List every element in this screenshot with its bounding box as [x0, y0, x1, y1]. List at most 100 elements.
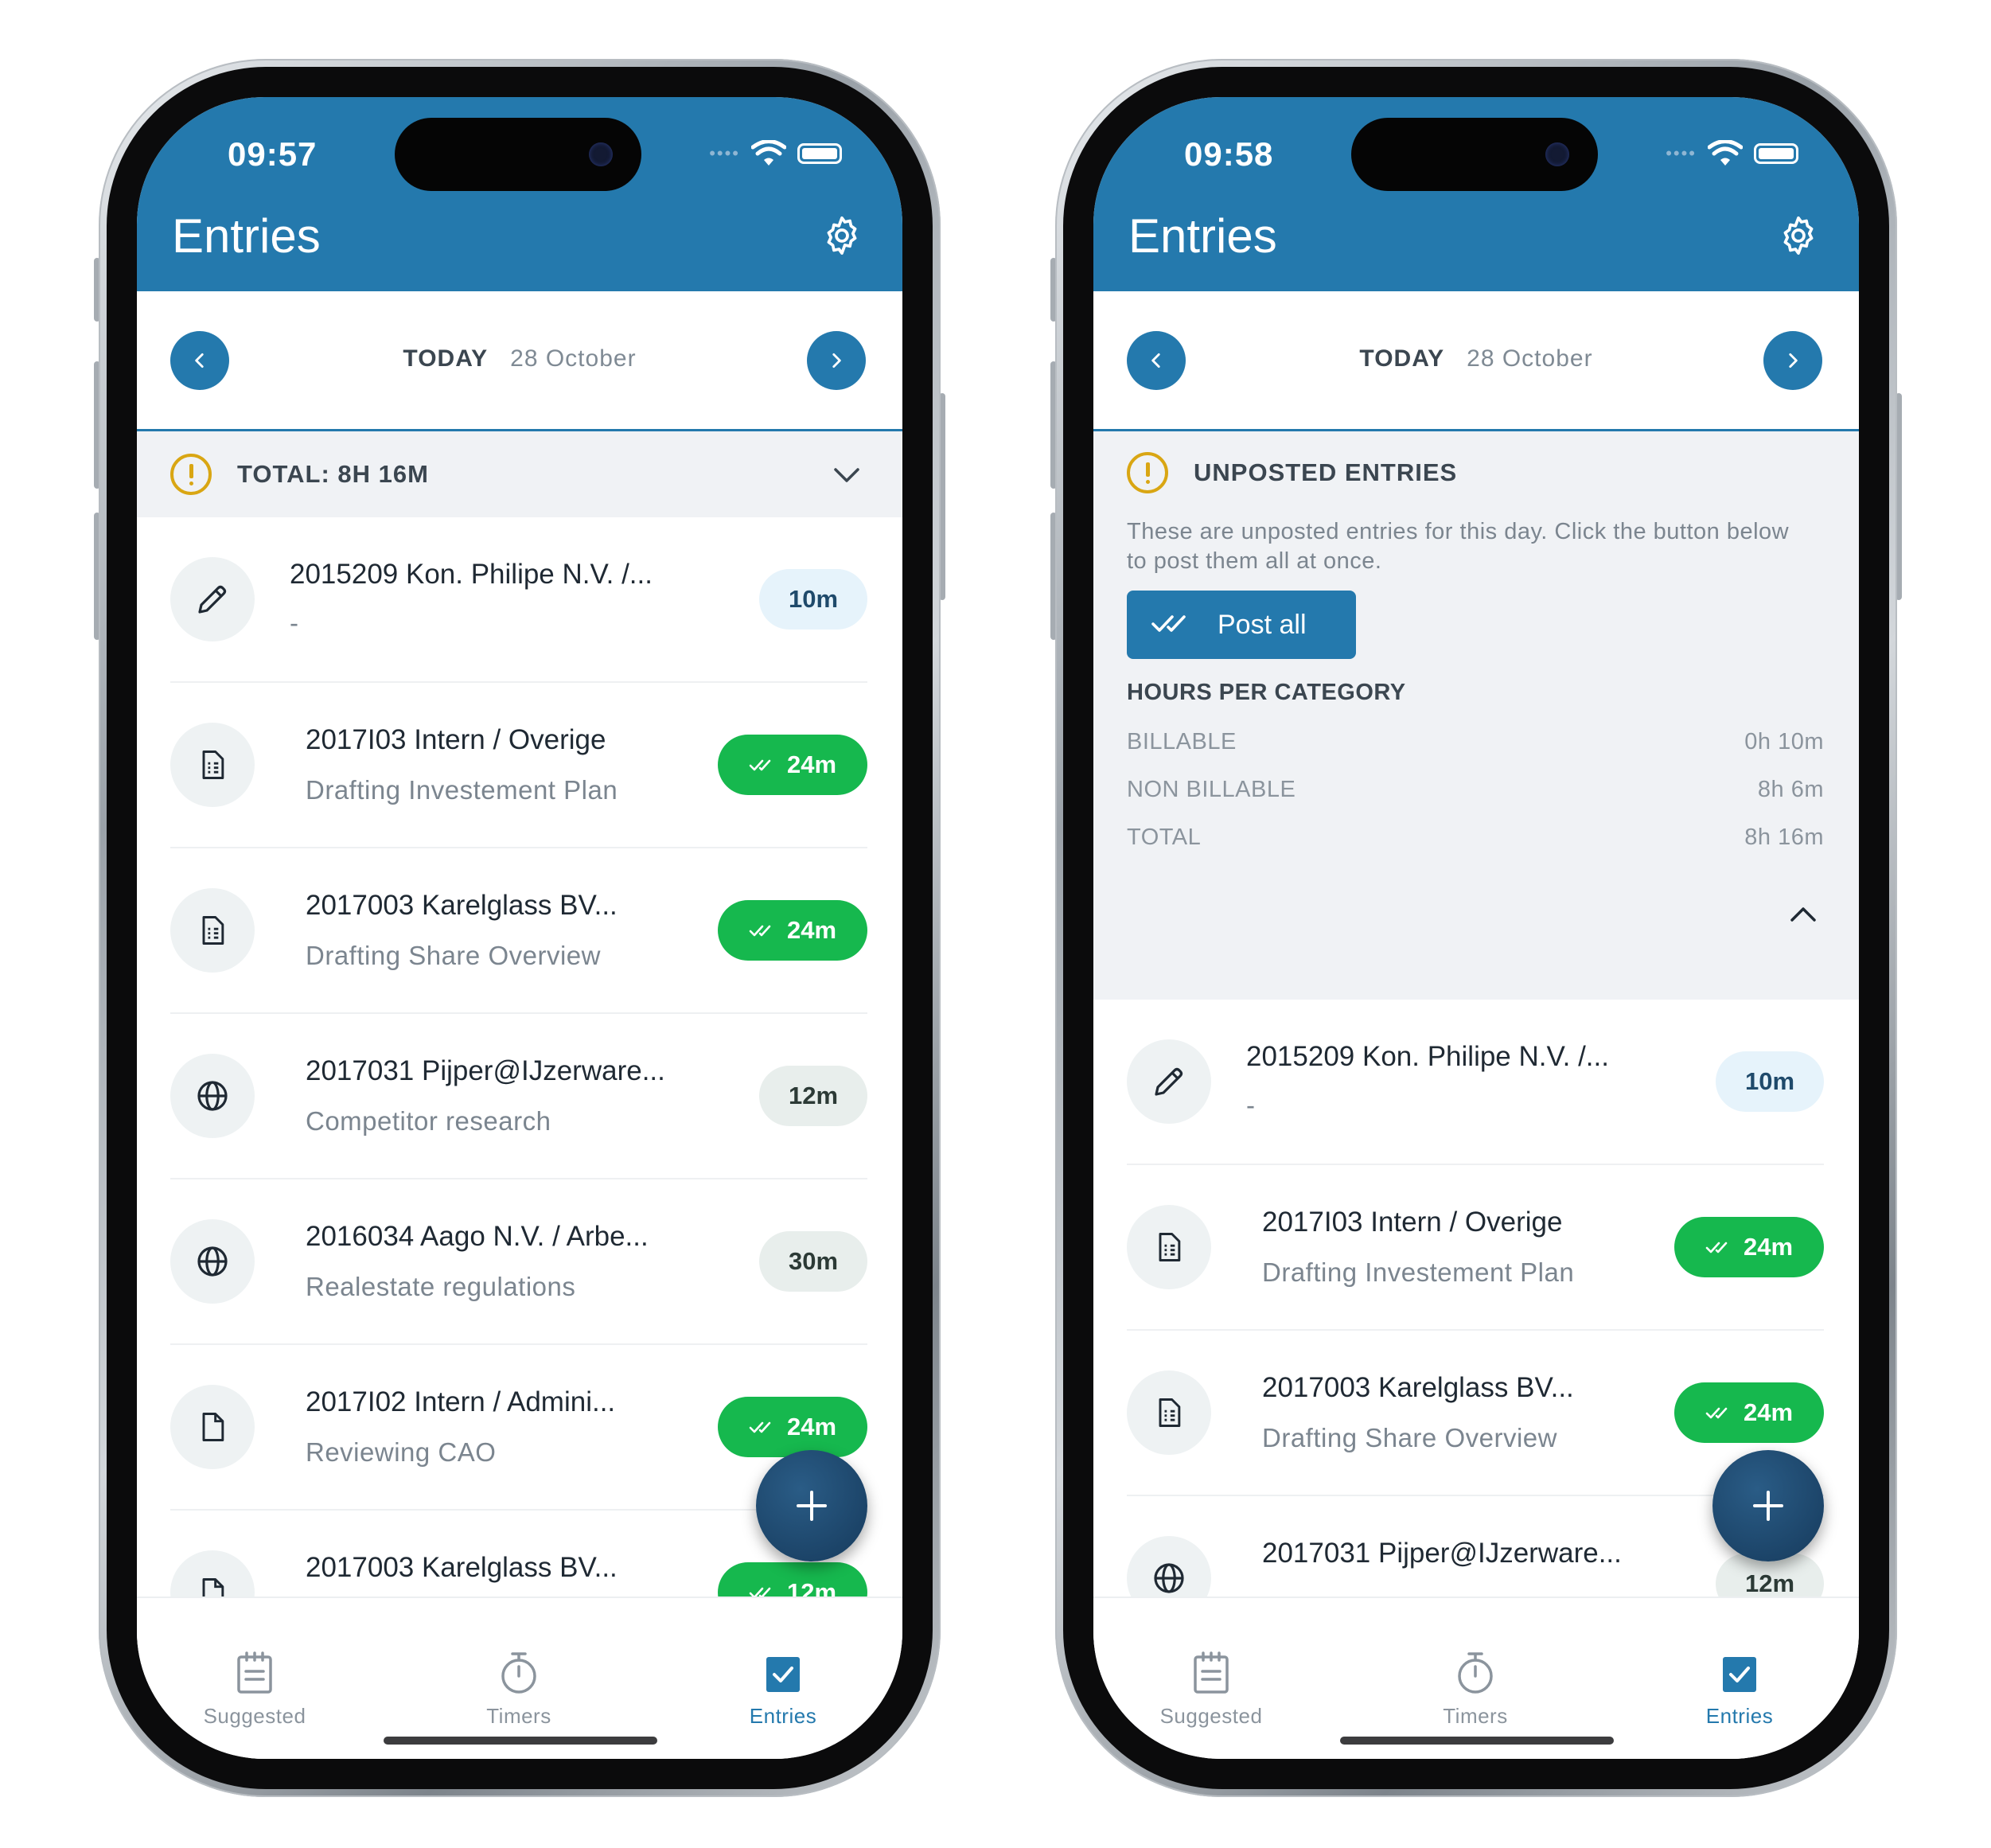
globe-icon: [170, 1054, 255, 1138]
duration-value: 10m: [1744, 1067, 1795, 1095]
category-name: TOTAL: [1127, 825, 1202, 850]
entry-row[interactable]: 2015209 Kon. Philipe N.V. /... - 10m: [170, 517, 867, 683]
category-name: BILLABLE: [1127, 729, 1237, 754]
screen: 09:57 •••• Entries TODAY 28 October TOTA…: [137, 97, 902, 1759]
double-check-icon: [749, 759, 771, 771]
stopwatch-icon: [1458, 1652, 1493, 1694]
duration-value: 12m: [788, 1082, 839, 1109]
entry-row[interactable]: 2017I03 Intern / Overige Drafting Invest…: [1127, 1165, 1824, 1331]
tab-label: Entries: [1705, 1704, 1774, 1728]
duration-value: 24m: [1743, 1398, 1794, 1426]
double-check-icon: [1151, 615, 1186, 632]
duration-value: 12m: [1744, 1569, 1795, 1597]
app-header: 09:58 •••• Entries: [1093, 97, 1859, 291]
entry-title: 2015209 Kon. Philipe N.V. /...: [1246, 1041, 1609, 1072]
entry-title: 2017031 Pijper@IJzerware...: [1262, 1538, 1622, 1569]
bottom-tab-bar: Suggested Timers Entries: [1093, 1597, 1859, 1759]
entry-row[interactable]: 2017031 Pijper@IJzerware... Competitor r…: [170, 1014, 867, 1179]
double-check-icon: [749, 925, 771, 937]
date-label: 28 October: [510, 345, 637, 372]
camera-icon: [589, 142, 613, 166]
page-title: Entries: [1128, 209, 1277, 263]
duration-value: 10m: [788, 585, 839, 613]
document-icon: [1127, 1370, 1211, 1455]
post-all-label: Post all: [1218, 609, 1307, 640]
entry-description: Competitor research: [306, 1106, 551, 1136]
signal-dots: ••••: [1666, 143, 1697, 163]
chevron-up-icon[interactable]: [1787, 903, 1819, 926]
globe-icon: [170, 1219, 255, 1304]
entry-title: 2017I03 Intern / Overige: [306, 724, 606, 755]
date-navigator: TODAY 28 October: [137, 291, 902, 431]
duration-badge: 10m: [759, 569, 867, 630]
pencil-icon: [1127, 1039, 1211, 1124]
category-row: NON BILLABLE 8h 6m: [1127, 777, 1824, 803]
tab-entries[interactable]: Entries: [703, 1651, 863, 1729]
plus-icon: [1753, 1491, 1783, 1521]
dynamic-island: [1351, 118, 1598, 191]
pencil-icon: [170, 557, 255, 641]
signal-dots: ••••: [709, 143, 740, 163]
stopwatch-icon: [501, 1652, 536, 1694]
tab-label: Entries: [749, 1704, 817, 1728]
entry-description: Realestate regulations: [306, 1272, 576, 1301]
date-label: 28 October: [1467, 345, 1593, 372]
home-indicator: [384, 1737, 657, 1745]
duration-value: 24m: [1743, 1233, 1794, 1261]
status-time: 09:58: [1184, 135, 1274, 173]
app-header: 09:57 •••• Entries: [137, 97, 902, 291]
phone-right: 09:58 •••• Entries TODAY 28 October UNPO…: [1050, 59, 1902, 1797]
status-icons: ••••: [709, 140, 842, 167]
tab-label: Suggested: [1159, 1704, 1263, 1728]
hours-per-category-title: HOURS PER CATEGORY: [1127, 680, 1406, 705]
gear-icon[interactable]: [1776, 213, 1821, 258]
entry-row[interactable]: 2015209 Kon. Philipe N.V. /... - 10m: [1127, 1000, 1824, 1165]
total-summary[interactable]: TOTAL: 8H 16M: [137, 431, 902, 517]
double-check-icon: [749, 1421, 771, 1433]
add-entry-button[interactable]: [756, 1450, 867, 1561]
posted-duration-badge: 24m: [718, 735, 867, 795]
next-day-button[interactable]: [1763, 331, 1822, 390]
tab-timers[interactable]: Timers: [1396, 1651, 1555, 1729]
category-value: 0h 10m: [1744, 729, 1824, 754]
category-value: 8h 6m: [1757, 777, 1824, 802]
tab-label: Timers: [486, 1704, 551, 1728]
unposted-description: These are unposted entries for this day.…: [1127, 519, 1790, 574]
total-label: TOTAL: 8H 16M: [237, 460, 429, 488]
entry-row[interactable]: 2017003 Karelglass BV... Drafting Share …: [1127, 1331, 1824, 1496]
entry-title: 2017003 Karelglass BV...: [1262, 1372, 1574, 1403]
chevron-right-icon: [1789, 353, 1798, 368]
tab-label: Suggested: [203, 1704, 306, 1728]
tab-suggested[interactable]: Suggested: [175, 1651, 334, 1729]
posted-duration-badge: 24m: [718, 1397, 867, 1457]
double-check-icon: [1705, 1242, 1728, 1253]
duration-value: 24m: [786, 1413, 837, 1441]
add-entry-button[interactable]: [1712, 1450, 1824, 1561]
document-icon: [170, 723, 255, 807]
duration-value: 24m: [786, 916, 837, 944]
wifi-icon: [1708, 140, 1743, 166]
duration-value: 30m: [788, 1247, 839, 1275]
double-check-icon: [1705, 1407, 1728, 1419]
tab-timers[interactable]: Timers: [439, 1651, 598, 1729]
entry-description: -: [290, 608, 299, 637]
tab-entries[interactable]: Entries: [1660, 1651, 1819, 1729]
chevron-down-icon[interactable]: [831, 463, 863, 487]
warning-icon: [1127, 452, 1168, 493]
today-label: TODAY: [1359, 345, 1445, 372]
next-day-button[interactable]: [807, 331, 866, 390]
camera-icon: [1545, 142, 1569, 166]
clipboard-icon: [237, 1651, 272, 1694]
post-all-button[interactable]: Post all: [1127, 591, 1356, 659]
gear-icon[interactable]: [820, 213, 864, 258]
category-name: NON BILLABLE: [1127, 777, 1296, 802]
entry-row[interactable]: 2017I03 Intern / Overige Drafting Invest…: [170, 683, 867, 848]
phone-left: 09:57 •••• Entries TODAY 28 October TOTA…: [94, 59, 945, 1797]
tab-suggested[interactable]: Suggested: [1132, 1651, 1291, 1729]
duration-value: 24m: [786, 751, 837, 778]
current-date: TODAY 28 October: [137, 345, 902, 372]
screen: 09:58 •••• Entries TODAY 28 October UNPO…: [1093, 97, 1859, 1759]
entry-row[interactable]: 2016034 Aago N.V. / Arbe... Realestate r…: [170, 1179, 867, 1345]
entry-row[interactable]: 2017003 Karelglass BV... Drafting Share …: [170, 848, 867, 1014]
posted-duration-badge: 24m: [1674, 1217, 1824, 1277]
